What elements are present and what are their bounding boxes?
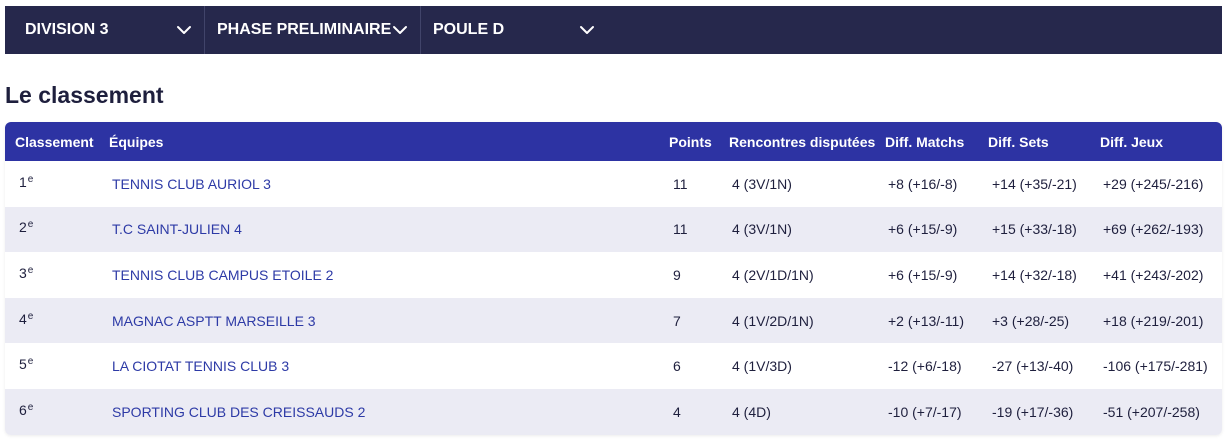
rank-cell: 1e bbox=[19, 173, 34, 190]
diff-jeux-cell: +29 (+245/-216) bbox=[1103, 175, 1204, 192]
rencontres-cell: 4 (1V/3D) bbox=[732, 358, 792, 375]
header-diff-jeux: Diff. Jeux bbox=[1100, 133, 1164, 150]
header-diff-matchs: Diff. Matchs bbox=[885, 133, 965, 150]
diff-jeux-cell: +18 (+219/-201) bbox=[1103, 312, 1204, 329]
points-cell: 11 bbox=[673, 221, 688, 238]
team-link[interactable]: LA CIOTAT TENNIS CLUB 3 bbox=[112, 343, 289, 389]
team-link[interactable]: MAGNAC ASPTT MARSEILLE 3 bbox=[112, 298, 316, 344]
header-rank: Classement bbox=[15, 133, 94, 150]
header-diff-sets: Diff. Sets bbox=[988, 133, 1049, 150]
header-points: Points bbox=[669, 133, 712, 150]
rank-cell: 6e bbox=[19, 401, 34, 418]
team-link[interactable]: T.C SAINT-JULIEN 4 bbox=[112, 207, 242, 253]
team-link[interactable]: SPORTING CLUB DES CREISSAUDS 2 bbox=[112, 389, 365, 435]
diff-matchs-cell: +2 (+13/-11) bbox=[888, 312, 965, 329]
diff-sets-cell: +14 (+32/-18) bbox=[992, 266, 1077, 283]
chevron-down-icon bbox=[392, 22, 408, 38]
rencontres-cell: 4 (3V/1N) bbox=[732, 175, 792, 192]
diff-sets-cell: +3 (+28/-25) bbox=[992, 312, 1070, 329]
filter-bar: DIVISION 3 PHASE PRELIMINAIRE POULE D bbox=[5, 6, 1222, 54]
rencontres-cell: 4 (1V/2D/1N) bbox=[732, 312, 814, 329]
table-row: 6e SPORTING CLUB DES CREISSAUDS 2 4 4 (4… bbox=[5, 388, 1222, 435]
poule-select-label: POULE D bbox=[433, 21, 505, 38]
diff-matchs-cell: -12 (+6/-18) bbox=[888, 358, 962, 375]
diff-sets-cell: -27 (+13/-40) bbox=[992, 358, 1074, 375]
table-row: 2e T.C SAINT-JULIEN 4 11 4 (3V/1N) +6 (+… bbox=[5, 206, 1222, 253]
diff-matchs-cell: +8 (+16/-8) bbox=[888, 175, 958, 192]
table-header: Classement Équipes Points Rencontres dis… bbox=[5, 122, 1222, 161]
diff-sets-cell: +14 (+35/-21) bbox=[992, 175, 1077, 192]
table-row: 5e LA CIOTAT TENNIS CLUB 3 6 4 (1V/3D) -… bbox=[5, 343, 1222, 389]
points-cell: 9 bbox=[673, 266, 681, 283]
diff-jeux-cell: +41 (+243/-202) bbox=[1103, 266, 1204, 283]
chevron-down-icon bbox=[579, 22, 595, 38]
table-row: 4e MAGNAC ASPTT MARSEILLE 3 7 4 (1V/2D/1… bbox=[5, 297, 1222, 344]
rank-cell: 2e bbox=[19, 219, 34, 236]
points-cell: 4 bbox=[673, 403, 681, 420]
team-link[interactable]: TENNIS CLUB CAMPUS ETOILE 2 bbox=[112, 252, 333, 298]
diff-jeux-cell: +69 (+262/-193) bbox=[1103, 221, 1204, 238]
rencontres-cell: 4 (3V/1N) bbox=[732, 221, 792, 238]
standings-table: Classement Équipes Points Rencontres dis… bbox=[5, 122, 1222, 435]
table-row: 1e TENNIS CLUB AURIOL 3 11 4 (3V/1N) +8 … bbox=[5, 161, 1222, 207]
phase-select[interactable]: PHASE PRELIMINAIRE bbox=[205, 6, 421, 54]
rank-cell: 3e bbox=[19, 264, 34, 281]
diff-jeux-cell: -106 (+175/-281) bbox=[1103, 358, 1208, 375]
diff-matchs-cell: +6 (+15/-9) bbox=[888, 221, 958, 238]
points-cell: 6 bbox=[673, 358, 681, 375]
header-team: Équipes bbox=[109, 133, 164, 150]
team-link[interactable]: TENNIS CLUB AURIOL 3 bbox=[112, 161, 271, 207]
diff-matchs-cell: +6 (+15/-9) bbox=[888, 266, 958, 283]
rencontres-cell: 4 (2V/1D/1N) bbox=[732, 266, 814, 283]
header-rencontres: Rencontres disputées bbox=[729, 133, 876, 150]
division-select[interactable]: DIVISION 3 bbox=[5, 6, 205, 54]
diff-sets-cell: +15 (+33/-18) bbox=[992, 221, 1077, 238]
diff-jeux-cell: -51 (+207/-258) bbox=[1103, 403, 1200, 420]
division-select-label: DIVISION 3 bbox=[25, 21, 109, 38]
rank-cell: 4e bbox=[19, 310, 34, 327]
table-row: 3e TENNIS CLUB CAMPUS ETOILE 2 9 4 (2V/1… bbox=[5, 252, 1222, 298]
diff-sets-cell: -19 (+17/-36) bbox=[992, 403, 1074, 420]
points-cell: 7 bbox=[673, 312, 681, 329]
phase-select-label: PHASE PRELIMINAIRE bbox=[217, 21, 392, 38]
poule-select[interactable]: POULE D bbox=[421, 6, 607, 54]
section-title: Le classement bbox=[5, 82, 164, 108]
points-cell: 11 bbox=[673, 175, 688, 192]
rencontres-cell: 4 (4D) bbox=[732, 403, 771, 420]
rank-cell: 5e bbox=[19, 356, 34, 373]
diff-matchs-cell: -10 (+7/-17) bbox=[888, 403, 962, 420]
chevron-down-icon bbox=[176, 22, 192, 38]
